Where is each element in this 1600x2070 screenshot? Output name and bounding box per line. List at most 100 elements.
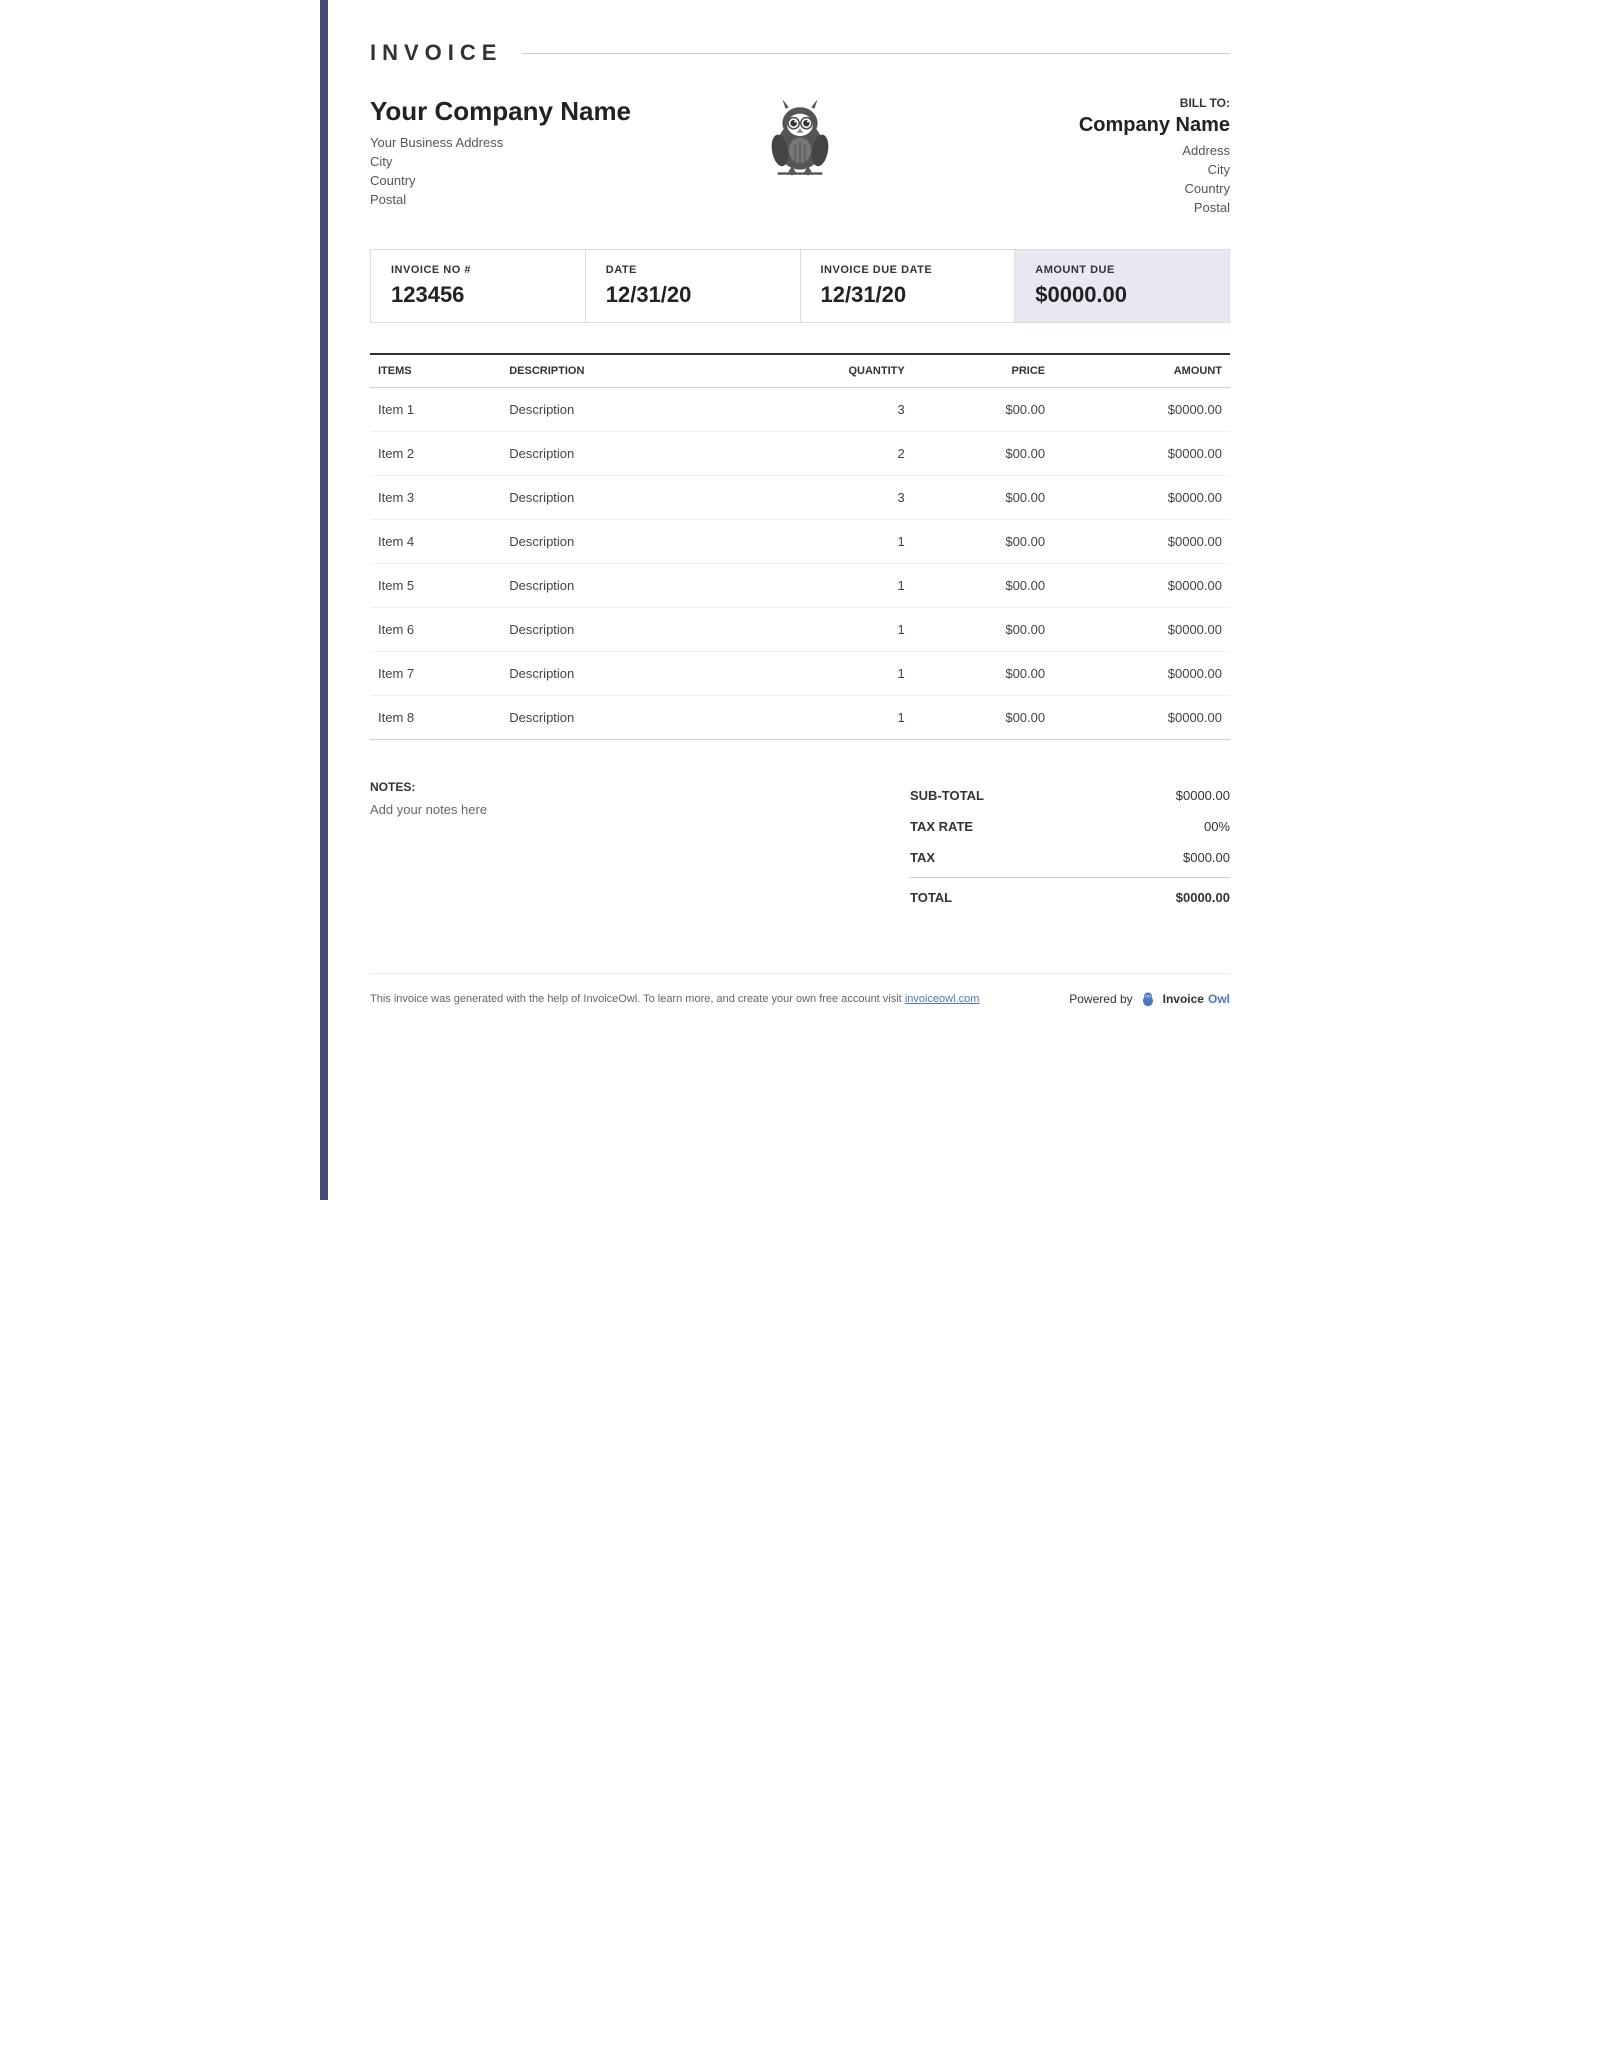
item-quantity: 1 bbox=[731, 608, 913, 652]
date-label: DATE bbox=[606, 264, 780, 276]
total-value: $0000.00 bbox=[1176, 890, 1230, 905]
bill-address: Address bbox=[943, 143, 1230, 158]
item-name: Item 1 bbox=[370, 388, 501, 432]
totals-section: SUB-TOTAL $0000.00 TAX RATE 00% TAX $000… bbox=[910, 780, 1230, 913]
table-row: Item 7 Description 1 $00.00 $0000.00 bbox=[370, 652, 1230, 696]
item-price: $00.00 bbox=[913, 652, 1053, 696]
item-price: $00.00 bbox=[913, 608, 1053, 652]
total-label: TOTAL bbox=[910, 890, 952, 905]
due-date-label: INVOICE DUE DATE bbox=[821, 264, 995, 276]
total-row: TOTAL $0000.00 bbox=[910, 882, 1230, 913]
date-value: 12/31/20 bbox=[606, 282, 780, 308]
logo-area bbox=[657, 96, 944, 179]
col-header-amount: AMOUNT bbox=[1053, 354, 1230, 388]
amount-due-value: $0000.00 bbox=[1035, 282, 1209, 308]
item-description: Description bbox=[501, 652, 731, 696]
item-name: Item 3 bbox=[370, 476, 501, 520]
table-row: Item 1 Description 3 $00.00 $0000.00 bbox=[370, 388, 1230, 432]
col-header-price: PRICE bbox=[913, 354, 1053, 388]
item-name: Item 5 bbox=[370, 564, 501, 608]
item-price: $00.00 bbox=[913, 696, 1053, 740]
totals-divider bbox=[910, 877, 1230, 878]
item-description: Description bbox=[501, 564, 731, 608]
table-row: Item 8 Description 1 $00.00 $0000.00 bbox=[370, 696, 1230, 740]
company-city: City bbox=[370, 154, 657, 169]
invoice-title: INVOICE bbox=[370, 40, 502, 66]
item-price: $00.00 bbox=[913, 388, 1053, 432]
item-name: Item 4 bbox=[370, 520, 501, 564]
bill-to-label: BILL TO: bbox=[943, 96, 1230, 110]
item-description: Description bbox=[501, 432, 731, 476]
item-amount: $0000.00 bbox=[1053, 432, 1230, 476]
item-price: $00.00 bbox=[913, 520, 1053, 564]
invoice-meta: INVOICE NO # 123456 DATE 12/31/20 INVOIC… bbox=[370, 249, 1230, 323]
brand-owl-text: Owl bbox=[1208, 992, 1230, 1006]
meta-amount-due: AMOUNT DUE $0000.00 bbox=[1015, 250, 1229, 322]
bill-company-name: Company Name bbox=[943, 114, 1230, 137]
brand-invoice-text: Invoice bbox=[1163, 992, 1204, 1006]
col-header-items: ITEMS bbox=[370, 354, 501, 388]
bill-postal: Postal bbox=[943, 200, 1230, 215]
table-row: Item 2 Description 2 $00.00 $0000.00 bbox=[370, 432, 1230, 476]
footer-link[interactable]: invoiceowl.com bbox=[905, 993, 980, 1005]
item-description: Description bbox=[501, 696, 731, 740]
item-amount: $0000.00 bbox=[1053, 520, 1230, 564]
item-description: Description bbox=[501, 388, 731, 432]
item-amount: $0000.00 bbox=[1053, 696, 1230, 740]
notes-section: NOTES: Add your notes here bbox=[370, 780, 910, 817]
footer: This invoice was generated with the help… bbox=[370, 973, 1230, 1008]
meta-due-date: INVOICE DUE DATE 12/31/20 bbox=[801, 250, 1016, 322]
tax-rate-label: TAX RATE bbox=[910, 819, 973, 834]
amount-due-label: AMOUNT DUE bbox=[1035, 264, 1209, 276]
bill-city: City bbox=[943, 162, 1230, 177]
brand-name: Invoice Owl bbox=[1163, 992, 1230, 1006]
item-price: $00.00 bbox=[913, 432, 1053, 476]
item-amount: $0000.00 bbox=[1053, 476, 1230, 520]
items-table: ITEMS DESCRIPTION QUANTITY PRICE AMOUNT … bbox=[370, 353, 1230, 740]
tax-label: TAX bbox=[910, 850, 935, 865]
item-quantity: 2 bbox=[731, 432, 913, 476]
tax-value: $000.00 bbox=[1183, 850, 1230, 865]
company-country: Country bbox=[370, 173, 657, 188]
item-quantity: 1 bbox=[731, 696, 913, 740]
item-amount: $0000.00 bbox=[1053, 652, 1230, 696]
notes-text: Add your notes here bbox=[370, 802, 870, 817]
item-amount: $0000.00 bbox=[1053, 608, 1230, 652]
item-name: Item 8 bbox=[370, 696, 501, 740]
item-description: Description bbox=[501, 520, 731, 564]
invoice-title-row: INVOICE bbox=[370, 40, 1230, 66]
invoice-page: INVOICE Your Company Name Your Business … bbox=[320, 0, 1280, 1200]
tax-rate-row: TAX RATE 00% bbox=[910, 811, 1230, 842]
invoice-no-value: 123456 bbox=[391, 282, 565, 308]
table-row: Item 3 Description 3 $00.00 $0000.00 bbox=[370, 476, 1230, 520]
notes-label: NOTES: bbox=[370, 780, 870, 794]
powered-by-text: Powered by bbox=[1069, 992, 1132, 1006]
bottom-section: NOTES: Add your notes here SUB-TOTAL $00… bbox=[370, 770, 1230, 913]
footer-description: This invoice was generated with the help… bbox=[370, 993, 902, 1005]
item-quantity: 1 bbox=[731, 564, 913, 608]
item-name: Item 2 bbox=[370, 432, 501, 476]
subtotal-row: SUB-TOTAL $0000.00 bbox=[910, 780, 1230, 811]
due-date-value: 12/31/20 bbox=[821, 282, 995, 308]
footer-text: This invoice was generated with the help… bbox=[370, 993, 1069, 1005]
owl-logo-icon bbox=[760, 96, 840, 179]
item-price: $00.00 bbox=[913, 476, 1053, 520]
col-header-quantity: QUANTITY bbox=[731, 354, 913, 388]
item-price: $00.00 bbox=[913, 564, 1053, 608]
footer-owl-icon bbox=[1139, 990, 1157, 1008]
bill-country: Country bbox=[943, 181, 1230, 196]
company-postal: Postal bbox=[370, 192, 657, 207]
company-address: Your Business Address bbox=[370, 135, 657, 150]
company-info: Your Company Name Your Business Address … bbox=[370, 96, 657, 211]
subtotal-label: SUB-TOTAL bbox=[910, 788, 984, 803]
company-section: Your Company Name Your Business Address … bbox=[370, 96, 1230, 219]
item-name: Item 6 bbox=[370, 608, 501, 652]
tax-rate-value: 00% bbox=[1204, 819, 1230, 834]
item-description: Description bbox=[501, 476, 731, 520]
table-row: Item 5 Description 1 $00.00 $0000.00 bbox=[370, 564, 1230, 608]
item-description: Description bbox=[501, 608, 731, 652]
item-quantity: 3 bbox=[731, 388, 913, 432]
item-name: Item 7 bbox=[370, 652, 501, 696]
col-header-description: DESCRIPTION bbox=[501, 354, 731, 388]
invoice-no-label: INVOICE NO # bbox=[391, 264, 565, 276]
